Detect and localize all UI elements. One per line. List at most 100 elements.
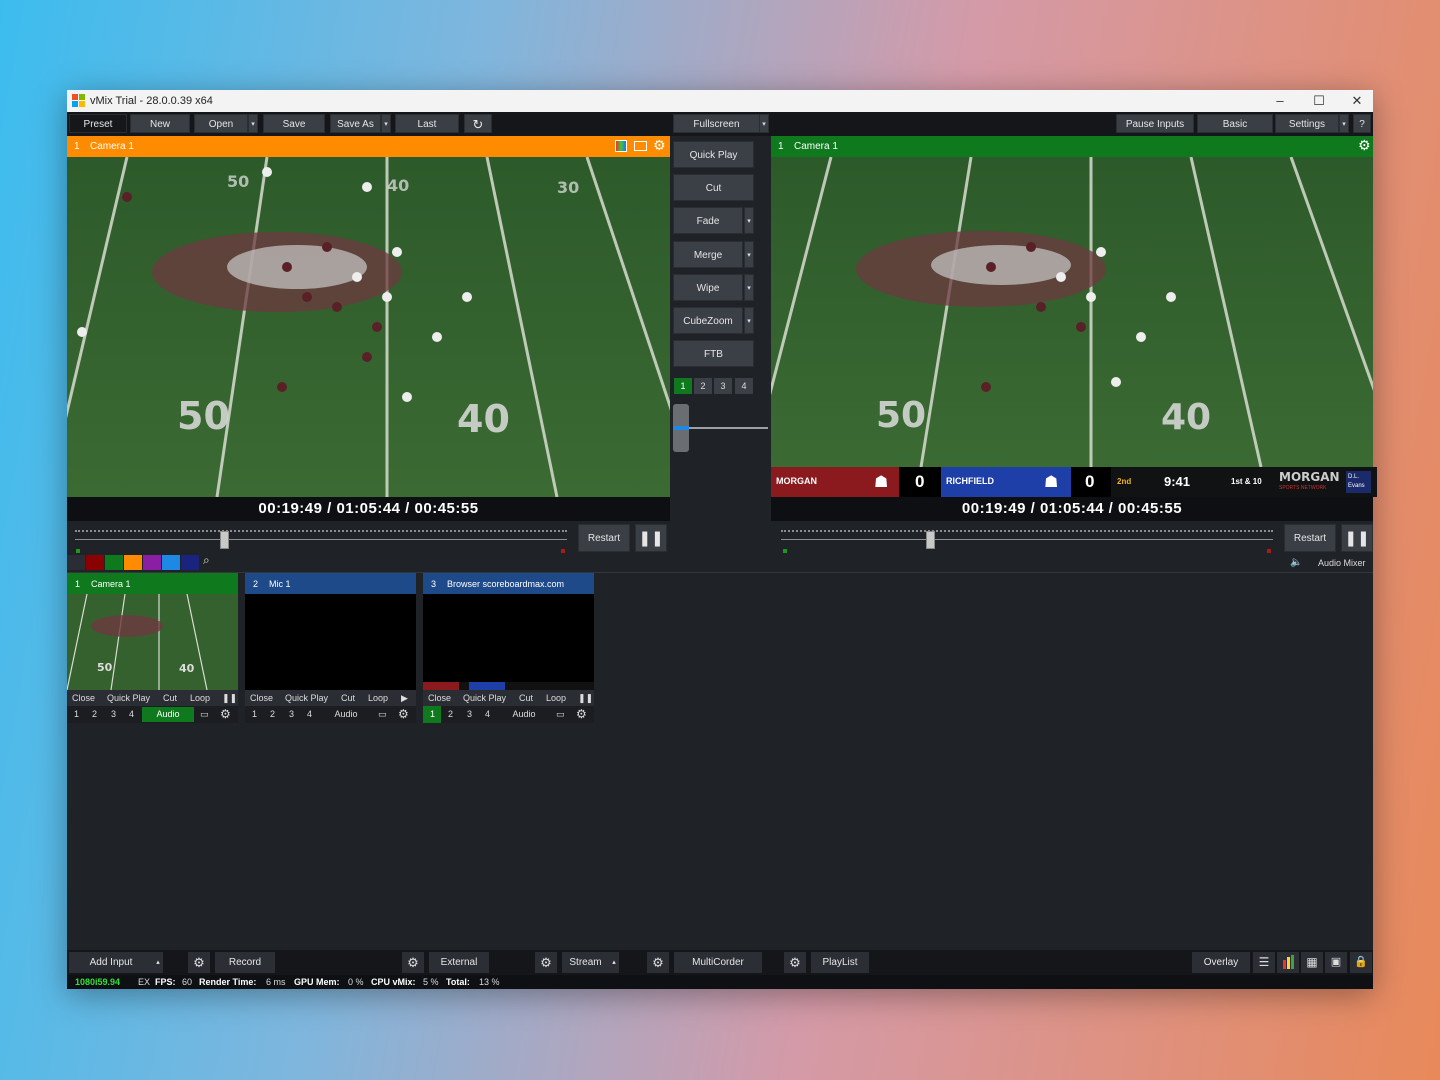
output-pause-icon[interactable]: ❚❚ xyxy=(1341,524,1373,552)
ftb-button[interactable]: FTB xyxy=(673,340,754,367)
input-1-gear-icon[interactable]: ⚙ xyxy=(220,707,231,721)
maximize-icon[interactable]: ☐ xyxy=(1304,92,1334,110)
input-3-gear-icon[interactable]: ⚙ xyxy=(576,707,587,721)
lock-icon[interactable]: 🔒 xyxy=(1350,952,1372,973)
output-scrubber[interactable] xyxy=(771,521,1373,571)
input-1-monitor-icon[interactable]: ▭ xyxy=(200,709,209,720)
preview-video[interactable]: 50 40 50 40 30 xyxy=(67,157,670,497)
search-icon[interactable]: ⌕ xyxy=(203,553,221,568)
cubezoom-button[interactable]: CubeZoom xyxy=(673,307,743,334)
input-3-overlay-4[interactable]: 4 xyxy=(485,709,490,719)
input-3-close-button[interactable]: Close xyxy=(428,693,451,703)
settings-button[interactable]: Settings xyxy=(1275,114,1339,133)
stream-dropdown-icon[interactable]: ▴ xyxy=(609,952,619,973)
input-3-overlay-2[interactable]: 2 xyxy=(448,709,453,719)
snapshot-icon[interactable]: ▣ xyxy=(1325,952,1347,973)
open-dropdown-icon[interactable]: ▾ xyxy=(248,114,258,133)
input-2-close-button[interactable]: Close xyxy=(250,693,273,703)
stream-button[interactable]: Stream xyxy=(562,952,609,973)
save-as-dropdown-icon[interactable]: ▾ xyxy=(381,114,391,133)
merge-dropdown-icon[interactable]: ▾ xyxy=(744,241,754,268)
multicorder-button[interactable]: MultiCorder xyxy=(674,952,762,973)
input-1-thumbnail[interactable]: 50 40 xyxy=(67,594,238,690)
fullscreen-dropdown-icon[interactable]: ▾ xyxy=(759,114,769,133)
basic-button[interactable]: Basic xyxy=(1197,114,1273,133)
stream-settings-gear-icon[interactable]: ⚙ xyxy=(535,952,557,973)
preview-settings-gear-icon[interactable]: ⚙ xyxy=(653,137,666,154)
color-correction-icon[interactable] xyxy=(615,140,627,152)
input-3-audio-button[interactable]: Audio xyxy=(498,707,550,722)
input-2-overlay-4[interactable]: 4 xyxy=(307,709,312,719)
playlist-settings-gear-icon[interactable]: ⚙ xyxy=(784,952,806,973)
output-video[interactable]: 50 40 xyxy=(771,157,1373,467)
external-button[interactable]: External xyxy=(429,952,489,973)
overlay-icon[interactable] xyxy=(634,141,647,151)
multiview-grid-icon[interactable]: ▦ xyxy=(1301,952,1323,973)
input-1-overlay-3[interactable]: 3 xyxy=(111,709,116,719)
input-2-quick-play-button[interactable]: Quick Play xyxy=(285,693,328,703)
input-1-quick-play-button[interactable]: Quick Play xyxy=(107,693,150,703)
input-1-overlay-2[interactable]: 2 xyxy=(92,709,97,719)
transition-3-button[interactable]: 3 xyxy=(714,378,732,394)
color-tag-none[interactable] xyxy=(67,555,85,570)
input-3-quick-play-button[interactable]: Quick Play xyxy=(463,693,506,703)
open-button[interactable]: Open xyxy=(194,114,248,133)
cubezoom-dropdown-icon[interactable]: ▾ xyxy=(744,307,754,334)
add-input-dropdown-icon[interactable]: ▴ xyxy=(153,952,163,973)
save-button[interactable]: Save xyxy=(263,114,325,133)
output-settings-gear-icon[interactable]: ⚙ xyxy=(1358,137,1371,154)
color-tag-green[interactable] xyxy=(105,555,123,570)
input-2-play-icon[interactable]: ▶ xyxy=(401,693,408,704)
input-3-overlay-3[interactable]: 3 xyxy=(467,709,472,719)
color-tag-red[interactable] xyxy=(86,555,104,570)
input-2-loop-button[interactable]: Loop xyxy=(368,693,388,703)
list-view-icon[interactable]: ☰ xyxy=(1253,952,1275,973)
color-tag-navy[interactable] xyxy=(181,555,199,570)
output-scrub-handle[interactable] xyxy=(926,531,935,549)
playlist-button[interactable]: PlayList xyxy=(811,952,869,973)
input-2-gear-icon[interactable]: ⚙ xyxy=(398,707,409,721)
input-3-monitor-icon[interactable]: ▭ xyxy=(556,709,565,720)
input-2-monitor-icon[interactable]: ▭ xyxy=(378,709,387,720)
input-3-loop-button[interactable]: Loop xyxy=(546,693,566,703)
settings-dropdown-icon[interactable]: ▾ xyxy=(1339,114,1349,133)
minimize-icon[interactable]: – xyxy=(1265,92,1295,110)
input-2-overlay-3[interactable]: 3 xyxy=(289,709,294,719)
help-button[interactable]: ? xyxy=(1353,114,1371,133)
output-restart-button[interactable]: Restart xyxy=(1284,524,1336,552)
input-1-audio-button[interactable]: Audio xyxy=(142,707,194,722)
quick-play-button[interactable]: Quick Play xyxy=(673,141,754,168)
preview-pause-icon[interactable]: ❚❚ xyxy=(635,524,667,552)
transition-2-button[interactable]: 2 xyxy=(694,378,712,394)
input-2-header[interactable]: 2 Mic 1 xyxy=(245,573,416,594)
audio-mixer-label[interactable]: Audio Mixer xyxy=(1318,558,1366,568)
new-button[interactable]: New xyxy=(130,114,190,133)
input-1-close-button[interactable]: Close xyxy=(72,693,95,703)
color-tag-purple[interactable] xyxy=(143,555,161,570)
save-as-button[interactable]: Save As xyxy=(330,114,381,133)
multicorder-settings-gear-icon[interactable]: ⚙ xyxy=(647,952,669,973)
fullscreen-button[interactable]: Fullscreen xyxy=(673,114,760,133)
preview-restart-button[interactable]: Restart xyxy=(578,524,630,552)
pause-inputs-button[interactable]: Pause Inputs xyxy=(1116,114,1194,133)
fade-button[interactable]: Fade xyxy=(673,207,743,234)
transition-4-button[interactable]: 4 xyxy=(735,378,753,394)
merge-button[interactable]: Merge xyxy=(673,241,743,268)
color-tag-blue[interactable] xyxy=(162,555,180,570)
overlay-button[interactable]: Overlay xyxy=(1192,952,1250,973)
preview-scrub-handle[interactable] xyxy=(220,531,229,549)
refresh-icon[interactable]: ↻ xyxy=(464,114,492,133)
input-1-overlay-4[interactable]: 4 xyxy=(129,709,134,719)
input-1-pause-icon[interactable]: ❚❚ xyxy=(222,693,237,704)
input-3-header[interactable]: 3 Browser scoreboardmax.com xyxy=(423,573,594,594)
input-1-loop-button[interactable]: Loop xyxy=(190,693,210,703)
transition-1-button[interactable]: 1 xyxy=(674,378,692,394)
wipe-dropdown-icon[interactable]: ▾ xyxy=(744,274,754,301)
fade-dropdown-icon[interactable]: ▾ xyxy=(744,207,754,234)
input-1-overlay-1[interactable]: 1 xyxy=(74,709,79,719)
preset-button[interactable]: Preset xyxy=(69,114,127,133)
add-input-button[interactable]: Add Input xyxy=(69,952,153,973)
input-2-thumbnail[interactable] xyxy=(245,594,416,690)
record-settings-gear-icon[interactable]: ⚙ xyxy=(188,952,210,973)
input-3-pause-icon[interactable]: ❚❚ xyxy=(578,693,593,704)
